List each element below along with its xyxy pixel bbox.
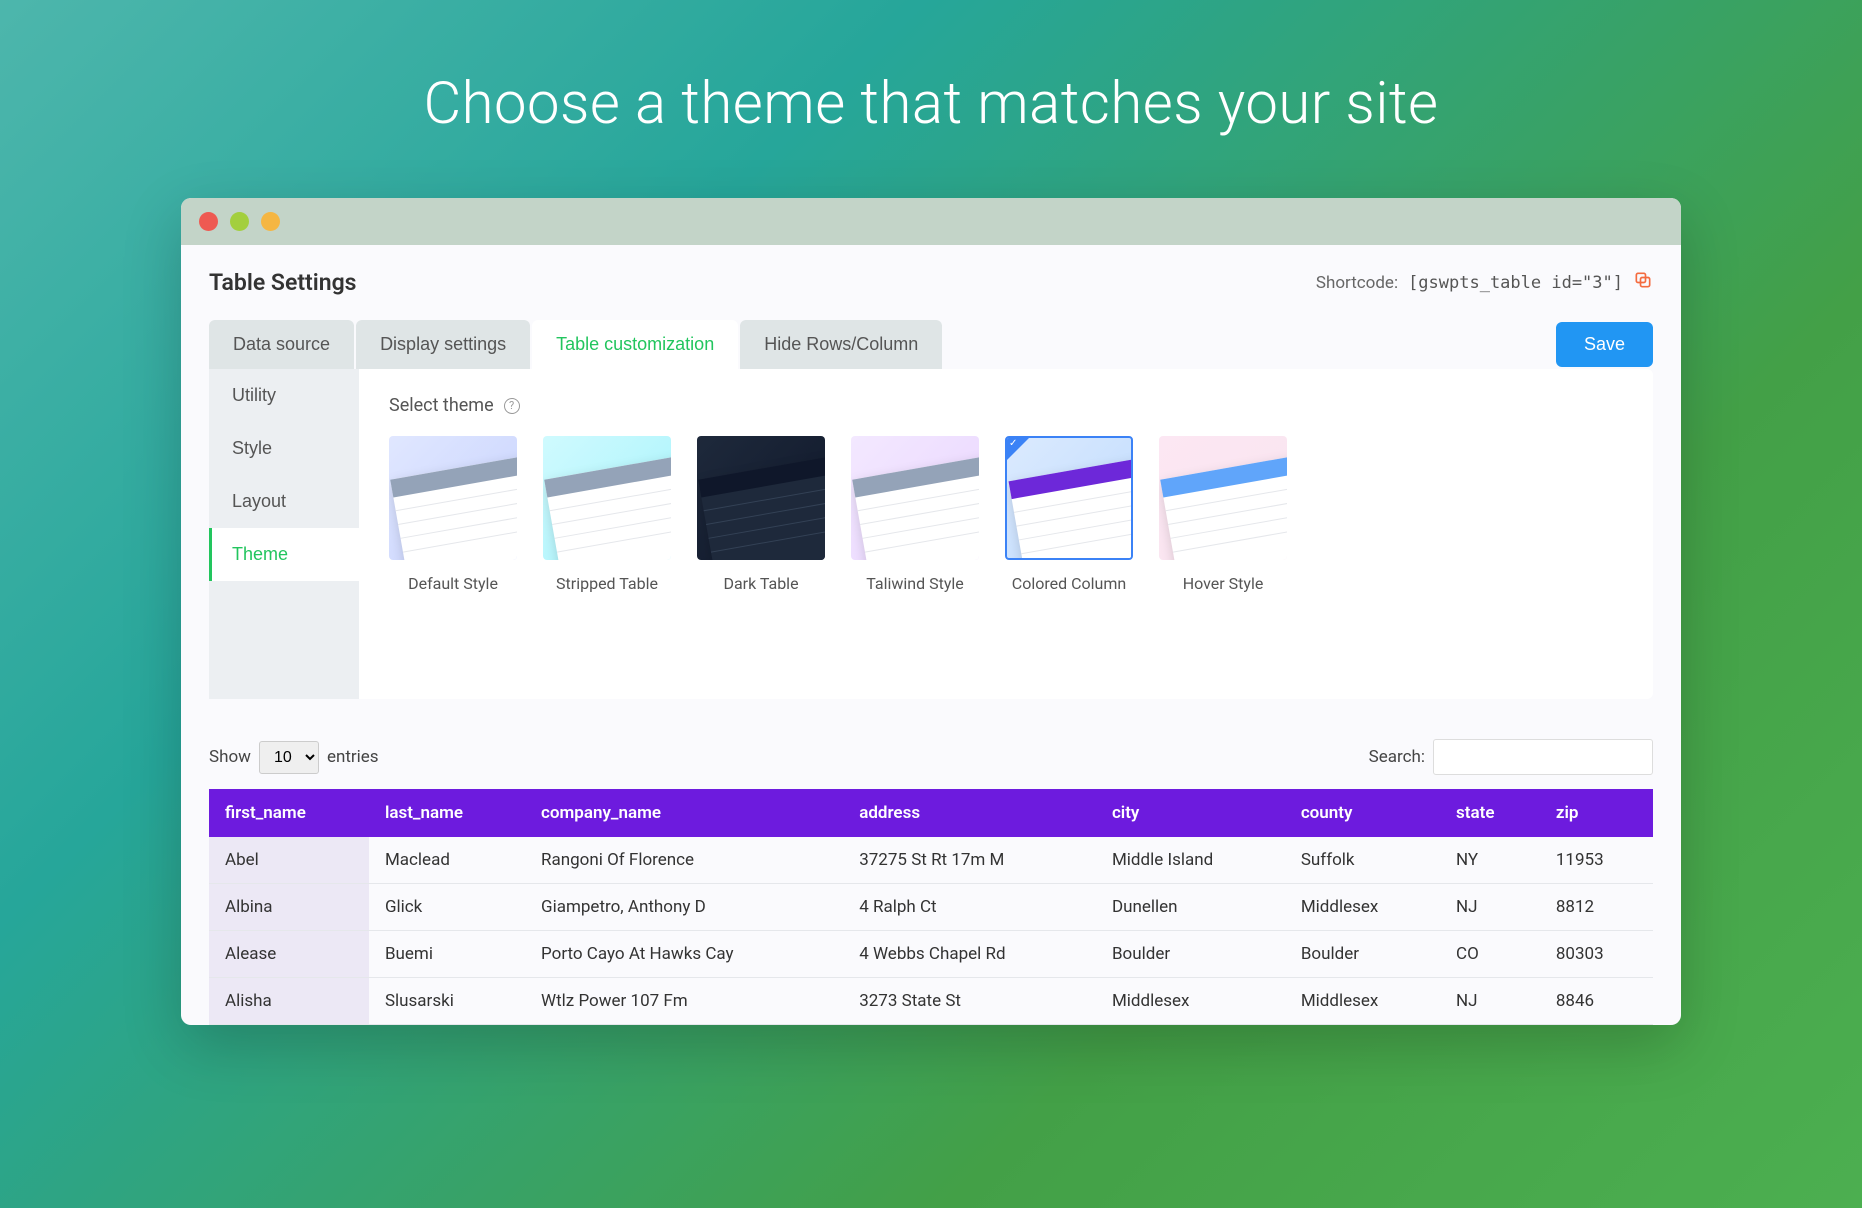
entries-control: Show 10 entries [209,741,379,774]
tab-hide-rows-column[interactable]: Hide Rows/Column [740,320,942,369]
table-row: AleaseBuemiPorto Cayo At Hawks Cay4 Webb… [209,931,1653,978]
table-cell: Middlesex [1096,978,1285,1025]
theme-name: Hover Style [1159,574,1287,593]
theme-thumbnail [1159,436,1287,560]
column-header[interactable]: county [1285,789,1440,837]
column-header[interactable]: city [1096,789,1285,837]
table-cell: Alease [209,931,369,978]
data-table: first_namelast_namecompany_nameaddressci… [209,789,1653,1025]
theme-card[interactable]: ✓ Colored Column [1005,436,1133,593]
search-label: Search: [1369,747,1425,767]
table-cell: Giampetro, Anthony D [525,884,843,931]
table-cell: NJ [1440,978,1540,1025]
table-cell: 11953 [1540,837,1653,884]
theme-name: Colored Column [1005,574,1133,593]
table-cell: Middlesex [1285,884,1440,931]
side-tab-theme[interactable]: Theme [209,528,359,581]
theme-name: Stripped Table [543,574,671,593]
table-cell: Maclead [369,837,525,884]
table-cell: Wtlz Power 107 Fm [525,978,843,1025]
select-theme-label: Select theme ? [389,395,1623,416]
table-cell: 37275 St Rt 17m M [843,837,1096,884]
side-tab-layout[interactable]: Layout [209,475,359,528]
table-cell: Boulder [1096,931,1285,978]
table-cell: Suffolk [1285,837,1440,884]
theme-thumbnail [389,436,517,560]
check-icon: ✓ [1009,438,1017,449]
table-cell: CO [1440,931,1540,978]
search-input[interactable] [1433,739,1653,775]
show-label: Show [209,747,251,767]
table-cell: Middle Island [1096,837,1285,884]
search-control: Search: [1369,739,1653,775]
column-header[interactable]: address [843,789,1096,837]
theme-thumbnail [543,436,671,560]
shortcode-value: [gswpts_table id="3"] [1408,273,1623,293]
hero-title: Choose a theme that matches your site [0,0,1862,198]
column-header[interactable]: state [1440,789,1540,837]
table-body: AbelMacleadRangoni Of Florence37275 St R… [209,837,1653,1025]
copy-icon[interactable] [1633,270,1653,295]
maximize-icon[interactable] [261,212,280,231]
theme-thumbnail [697,436,825,560]
table-cell: NY [1440,837,1540,884]
minimize-icon[interactable] [230,212,249,231]
column-header[interactable]: first_name [209,789,369,837]
table-cell: 8846 [1540,978,1653,1025]
table-cell: 3273 State St [843,978,1096,1025]
column-header[interactable]: zip [1540,789,1653,837]
side-tab-utility[interactable]: Utility [209,369,359,422]
themes-row: Default Style Stripped Table Dark Table Tal… [389,436,1623,593]
theme-name: Taliwind Style [851,574,979,593]
theme-card[interactable]: Default Style [389,436,517,593]
table-row: AlishaSlusarskiWtlz Power 107 Fm3273 Sta… [209,978,1653,1025]
table-cell: 4 Webbs Chapel Rd [843,931,1096,978]
table-row: AlbinaGlickGiampetro, Anthony D4 Ralph C… [209,884,1653,931]
page-size-select[interactable]: 10 [259,741,319,774]
table-cell: Porto Cayo At Hawks Cay [525,931,843,978]
table-cell: 80303 [1540,931,1653,978]
theme-card[interactable]: Taliwind Style [851,436,979,593]
theme-name: Dark Table [697,574,825,593]
theme-name: Default Style [389,574,517,593]
tab-display-settings[interactable]: Display settings [356,320,530,369]
shortcode-label: Shortcode: [1316,273,1398,293]
column-header[interactable]: last_name [369,789,525,837]
info-icon[interactable]: ? [504,398,520,414]
side-tab-style[interactable]: Style [209,422,359,475]
theme-card[interactable]: Stripped Table [543,436,671,593]
close-icon[interactable] [199,212,218,231]
table-header-row: first_namelast_namecompany_nameaddressci… [209,789,1653,837]
table-cell: NJ [1440,884,1540,931]
table-cell: Glick [369,884,525,931]
table-cell: Buemi [369,931,525,978]
tab-data-source[interactable]: Data source [209,320,354,369]
window-titlebar [181,198,1681,245]
table-cell: Middlesex [1285,978,1440,1025]
table-cell: 4 Ralph Ct [843,884,1096,931]
tab-table-customization[interactable]: Table customization [532,320,738,369]
table-cell: Albina [209,884,369,931]
table-cell: Abel [209,837,369,884]
theme-thumbnail [851,436,979,560]
app-window: Table Settings Shortcode: [gswpts_table … [181,198,1681,1025]
table-cell: Boulder [1285,931,1440,978]
column-header[interactable]: company_name [525,789,843,837]
table-cell: Slusarski [369,978,525,1025]
table-cell: 8812 [1540,884,1653,931]
table-cell: Alisha [209,978,369,1025]
table-cell: Dunellen [1096,884,1285,931]
shortcode-display: Shortcode: [gswpts_table id="3"] [1316,270,1653,295]
entries-label: entries [327,747,379,767]
side-tabs: Utility Style Layout Theme [209,369,359,699]
main-tabs: Data source Display settings Table custo… [209,320,944,369]
page-title: Table Settings [209,269,357,296]
table-cell: Rangoni Of Florence [525,837,843,884]
theme-thumbnail: ✓ [1005,436,1133,560]
table-row: AbelMacleadRangoni Of Florence37275 St R… [209,837,1653,884]
theme-card[interactable]: Dark Table [697,436,825,593]
save-button[interactable]: Save [1556,322,1653,367]
theme-card[interactable]: Hover Style [1159,436,1287,593]
